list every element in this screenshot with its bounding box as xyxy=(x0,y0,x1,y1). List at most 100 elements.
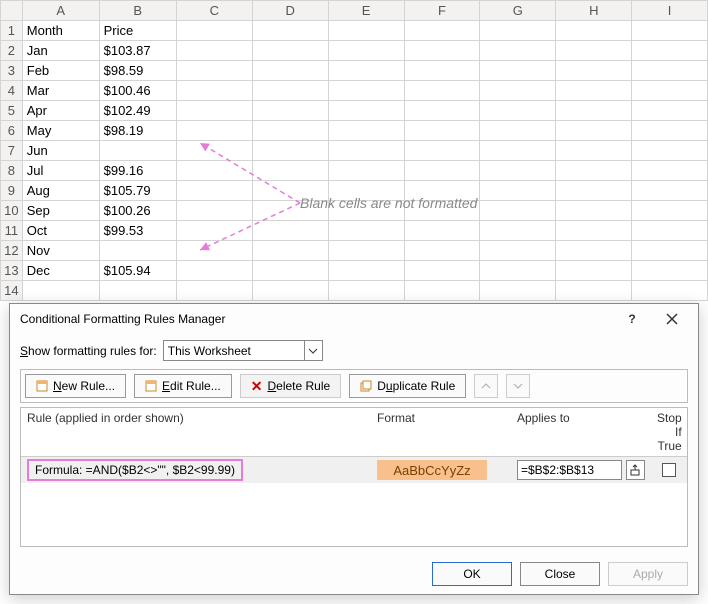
cell-D1[interactable] xyxy=(252,21,328,41)
row-header[interactable]: 9 xyxy=(1,181,23,201)
apply-button[interactable]: Apply xyxy=(608,562,688,586)
delete-rule-button[interactable]: ✕ Delete Rule xyxy=(240,374,341,398)
cell-B13[interactable]: $105.94 xyxy=(99,261,176,281)
col-header-H[interactable]: H xyxy=(556,1,632,21)
edit-rule-button[interactable]: Edit Rule... xyxy=(134,374,232,398)
cell-C2[interactable] xyxy=(176,41,252,61)
cell-G3[interactable] xyxy=(480,61,556,81)
col-header-B[interactable]: B xyxy=(99,1,176,21)
cell-D7[interactable] xyxy=(252,141,328,161)
cell-B8[interactable]: $99.16 xyxy=(99,161,176,181)
cell-F4[interactable] xyxy=(404,81,480,101)
cell-E1[interactable] xyxy=(328,21,404,41)
cell-D4[interactable] xyxy=(252,81,328,101)
cell-D14[interactable] xyxy=(252,281,328,301)
spreadsheet-grid[interactable]: A B C D E F G H I 1MonthPrice2Jan$103.87… xyxy=(0,0,708,301)
cell-I11[interactable] xyxy=(632,221,708,241)
row-header[interactable]: 12 xyxy=(1,241,23,261)
cell-E11[interactable] xyxy=(328,221,404,241)
cell-F3[interactable] xyxy=(404,61,480,81)
cell-E14[interactable] xyxy=(328,281,404,301)
cell-I1[interactable] xyxy=(632,21,708,41)
stop-if-true-checkbox[interactable] xyxy=(662,463,676,477)
row-header[interactable]: 5 xyxy=(1,101,23,121)
cell-D2[interactable] xyxy=(252,41,328,61)
cell-G8[interactable] xyxy=(480,161,556,181)
cell-A13[interactable]: Dec xyxy=(22,261,99,281)
cell-G11[interactable] xyxy=(480,221,556,241)
col-header-D[interactable]: D xyxy=(252,1,328,21)
close-button[interactable]: Close xyxy=(520,562,600,586)
cell-I7[interactable] xyxy=(632,141,708,161)
cell-C5[interactable] xyxy=(176,101,252,121)
ok-button[interactable]: OK xyxy=(432,562,512,586)
cell-E6[interactable] xyxy=(328,121,404,141)
show-rules-select[interactable]: This Worksheet xyxy=(163,340,323,361)
row-header[interactable]: 3 xyxy=(1,61,23,81)
row-header[interactable]: 10 xyxy=(1,201,23,221)
cell-I2[interactable] xyxy=(632,41,708,61)
cell-A9[interactable]: Aug xyxy=(22,181,99,201)
cell-A7[interactable]: Jun xyxy=(22,141,99,161)
row-header[interactable]: 13 xyxy=(1,261,23,281)
row-header[interactable]: 11 xyxy=(1,221,23,241)
cell-E13[interactable] xyxy=(328,261,404,281)
cell-F14[interactable] xyxy=(404,281,480,301)
chevron-down-icon[interactable] xyxy=(304,341,322,360)
cell-E8[interactable] xyxy=(328,161,404,181)
cell-C8[interactable] xyxy=(176,161,252,181)
cell-C12[interactable] xyxy=(176,241,252,261)
cell-G4[interactable] xyxy=(480,81,556,101)
cell-C14[interactable] xyxy=(176,281,252,301)
close-icon[interactable] xyxy=(652,305,692,333)
cell-A14[interactable] xyxy=(22,281,99,301)
cell-C13[interactable] xyxy=(176,261,252,281)
cell-H11[interactable] xyxy=(556,221,632,241)
cell-B10[interactable]: $100.26 xyxy=(99,201,176,221)
cell-A10[interactable]: Sep xyxy=(22,201,99,221)
move-down-button[interactable] xyxy=(506,374,530,398)
row-header[interactable]: 7 xyxy=(1,141,23,161)
cell-H1[interactable] xyxy=(556,21,632,41)
cell-B5[interactable]: $102.49 xyxy=(99,101,176,121)
cell-D3[interactable] xyxy=(252,61,328,81)
cell-I13[interactable] xyxy=(632,261,708,281)
cell-C1[interactable] xyxy=(176,21,252,41)
cell-E12[interactable] xyxy=(328,241,404,261)
col-header-E[interactable]: E xyxy=(328,1,404,21)
cell-E4[interactable] xyxy=(328,81,404,101)
cell-H3[interactable] xyxy=(556,61,632,81)
cell-A2[interactable]: Jan xyxy=(22,41,99,61)
cell-B3[interactable]: $98.59 xyxy=(99,61,176,81)
cell-E5[interactable] xyxy=(328,101,404,121)
cell-G6[interactable] xyxy=(480,121,556,141)
col-header-C[interactable]: C xyxy=(176,1,252,21)
cell-D8[interactable] xyxy=(252,161,328,181)
cell-A3[interactable]: Feb xyxy=(22,61,99,81)
col-header-A[interactable]: A xyxy=(22,1,99,21)
cell-B6[interactable]: $98.19 xyxy=(99,121,176,141)
cell-C4[interactable] xyxy=(176,81,252,101)
cell-H12[interactable] xyxy=(556,241,632,261)
cell-D12[interactable] xyxy=(252,241,328,261)
cell-G5[interactable] xyxy=(480,101,556,121)
cell-I5[interactable] xyxy=(632,101,708,121)
cell-C3[interactable] xyxy=(176,61,252,81)
cell-A12[interactable]: Nov xyxy=(22,241,99,261)
col-header-G[interactable]: G xyxy=(480,1,556,21)
move-up-button[interactable] xyxy=(474,374,498,398)
cell-F8[interactable] xyxy=(404,161,480,181)
cell-G14[interactable] xyxy=(480,281,556,301)
cell-B11[interactable]: $99.53 xyxy=(99,221,176,241)
row-header[interactable]: 6 xyxy=(1,121,23,141)
col-header-F[interactable]: F xyxy=(404,1,480,21)
col-header-I[interactable]: I xyxy=(632,1,708,21)
cell-G1[interactable] xyxy=(480,21,556,41)
cell-D13[interactable] xyxy=(252,261,328,281)
cell-G7[interactable] xyxy=(480,141,556,161)
cell-H9[interactable] xyxy=(556,181,632,201)
row-header[interactable]: 8 xyxy=(1,161,23,181)
cell-A5[interactable]: Apr xyxy=(22,101,99,121)
cell-H14[interactable] xyxy=(556,281,632,301)
cell-D5[interactable] xyxy=(252,101,328,121)
